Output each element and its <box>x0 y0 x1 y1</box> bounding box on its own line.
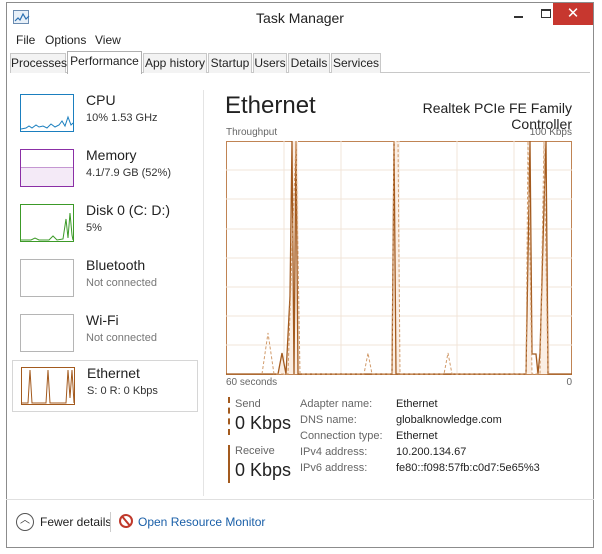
menu-options[interactable]: Options <box>45 33 86 47</box>
detail-key-dns-name: DNS name: <box>300 414 357 426</box>
detail-value-connection-type: Ethernet <box>396 430 438 442</box>
resource-monitor-icon <box>119 514 133 528</box>
sidebar-sub-wifi: Not connected <box>86 332 157 344</box>
close-button[interactable]: ✕ <box>553 3 593 25</box>
minimize-button[interactable] <box>505 3 531 25</box>
sidebar-item-disk[interactable]: Disk 0 (C: D:) 5% <box>12 198 198 250</box>
menu-bar: File Options View <box>6 30 592 50</box>
detail-value-ipv4: 10.200.134.67 <box>396 446 467 458</box>
throughput-label: Throughput <box>226 127 278 138</box>
sidebar-item-ethernet[interactable]: Ethernet S: 0 R: 0 Kbps <box>12 360 198 412</box>
sidebar-sub-cpu: 10% 1.53 GHz <box>86 112 158 124</box>
send-value: 0 Kbps <box>235 413 292 433</box>
open-resource-monitor-link[interactable]: Open Resource Monitor <box>138 515 265 529</box>
memory-thumbnail-graph <box>20 149 74 187</box>
minimize-icon <box>513 16 523 18</box>
page-title: Ethernet <box>225 92 316 119</box>
tab-app-history[interactable]: App history <box>143 53 207 73</box>
send-legend-bar <box>228 397 230 435</box>
sidebar-label-bluetooth: Bluetooth <box>86 257 146 273</box>
sidebar-label-disk: Disk 0 (C: D:) <box>86 202 170 218</box>
tab-strip: Processes Performance App history Startu… <box>10 51 590 74</box>
maximize-icon <box>541 9 551 18</box>
disk-thumbnail-graph <box>20 204 74 242</box>
max-scale-label: 100 Kbps <box>529 127 572 138</box>
sidebar-sub-ethernet: S: 0 R: 0 Kbps <box>87 385 158 397</box>
sidebar-label-wifi: Wi-Fi <box>86 312 119 328</box>
cpu-thumbnail-graph <box>20 94 74 132</box>
bluetooth-thumbnail-graph <box>20 259 74 297</box>
detail-key-ipv4: IPv4 address: <box>300 446 368 458</box>
tab-startup[interactable]: Startup <box>208 53 252 73</box>
detail-key-adapter-name: Adapter name: <box>300 398 373 410</box>
menu-file[interactable]: File <box>16 33 35 47</box>
fewer-details-button[interactable]: Fewer details <box>40 515 111 529</box>
tab-performance[interactable]: Performance <box>67 51 142 74</box>
wifi-thumbnail-graph <box>20 314 74 352</box>
pane-divider <box>203 90 204 496</box>
sidebar-item-bluetooth[interactable]: Bluetooth Not connected <box>12 253 198 305</box>
receive-label: Receive <box>235 445 275 457</box>
title-bar[interactable]: Task Manager ✕ <box>7 3 593 33</box>
sidebar-sub-memory: 4.1/7.9 GB (52%) <box>86 167 171 179</box>
detail-key-ipv6: IPv6 address: <box>300 462 368 474</box>
menu-view[interactable]: View <box>95 33 121 47</box>
axis-right-label: 0 <box>566 377 572 388</box>
throughput-graph <box>226 141 572 375</box>
sidebar-label-ethernet: Ethernet <box>87 365 140 381</box>
sidebar-label-cpu: CPU <box>86 92 116 108</box>
detail-value-dns-name: globalknowledge.com <box>396 414 502 426</box>
sidebar-sub-disk: 5% <box>86 222 102 234</box>
detail-key-connection-type: Connection type: <box>300 430 383 442</box>
ethernet-thumbnail-graph <box>21 367 75 405</box>
detail-value-adapter-name: Ethernet <box>396 398 438 410</box>
axis-left-label: 60 seconds <box>226 377 278 388</box>
tab-details[interactable]: Details <box>288 53 330 73</box>
sidebar-sub-bluetooth: Not connected <box>86 277 157 289</box>
tab-users[interactable]: Users <box>253 53 287 73</box>
footer-divider <box>6 499 594 500</box>
detail-value-ipv6: fe80::f098:57fb:c0d7:5e65%3 <box>396 462 540 474</box>
chevron-up-icon[interactable]: ︿ <box>16 513 34 531</box>
receive-value: 0 Kbps <box>235 460 292 480</box>
sidebar-label-memory: Memory <box>86 147 137 163</box>
sidebar-item-wifi[interactable]: Wi-Fi Not connected <box>12 308 198 360</box>
sidebar-item-cpu[interactable]: CPU 10% 1.53 GHz <box>12 88 198 140</box>
footer-separator <box>110 512 111 532</box>
receive-legend-bar <box>228 445 230 483</box>
sidebar-item-memory[interactable]: Memory 4.1/7.9 GB (52%) <box>12 143 198 195</box>
tab-processes[interactable]: Processes <box>10 53 67 73</box>
tab-services[interactable]: Services <box>331 53 381 73</box>
send-label: Send <box>235 398 261 410</box>
